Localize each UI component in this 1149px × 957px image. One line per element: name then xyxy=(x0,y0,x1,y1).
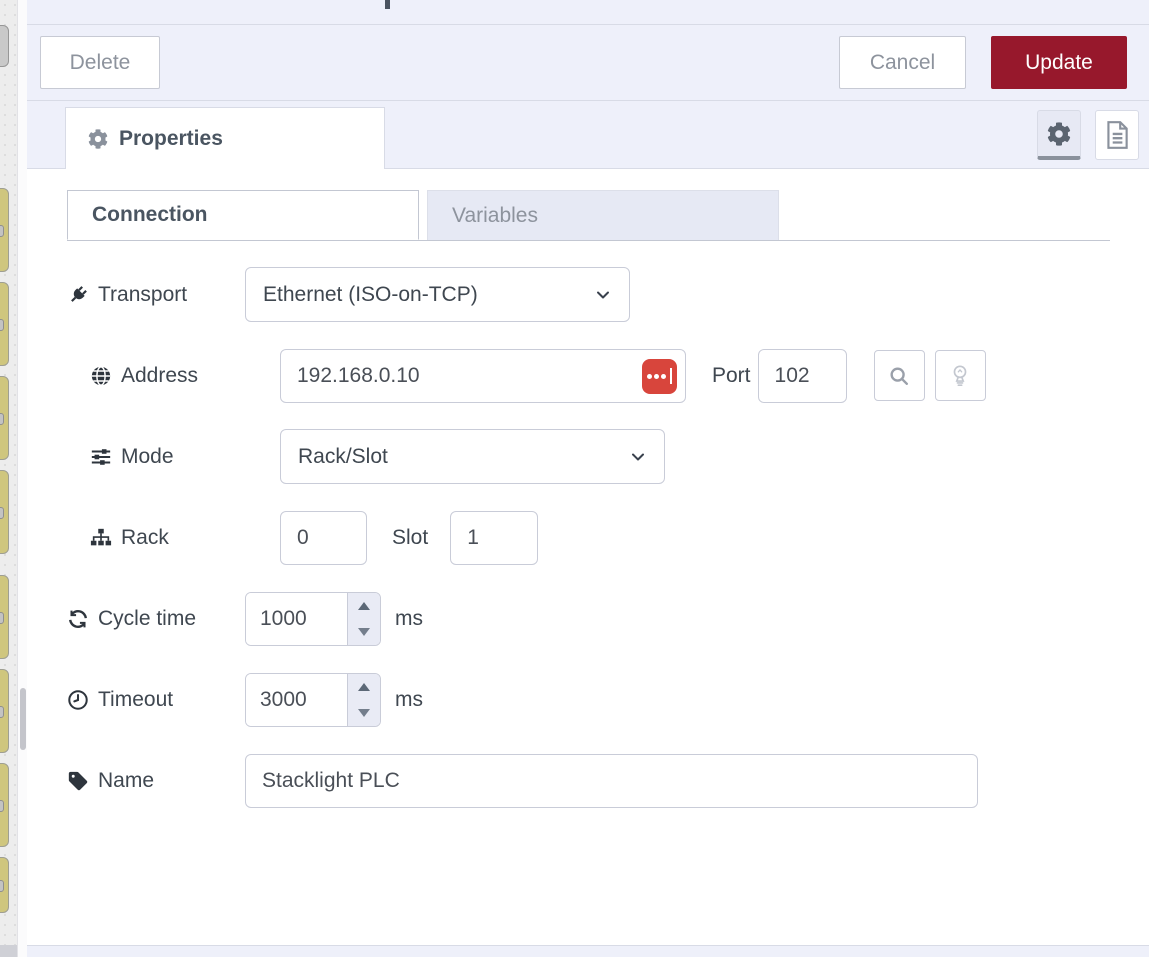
tab-properties[interactable]: Properties xyxy=(65,107,385,169)
dialog-subtabs: Connection Variables xyxy=(67,190,1110,241)
slot-input[interactable] xyxy=(450,511,538,565)
node-port[interactable] xyxy=(0,319,4,331)
tab-connection[interactable]: Connection xyxy=(67,190,419,240)
spinner-buttons xyxy=(347,674,380,726)
autofill-extension-icon[interactable] xyxy=(642,359,677,394)
workspace-footer xyxy=(0,945,17,957)
properties-tab-label: Properties xyxy=(119,127,223,151)
tray-tabbar: Properties xyxy=(27,101,1149,169)
spinner-up-button[interactable] xyxy=(348,593,380,619)
address-label: Address xyxy=(90,364,280,388)
tray-titlebar xyxy=(27,0,1149,25)
port-label: Port xyxy=(712,364,751,388)
scrollbar-thumb[interactable] xyxy=(20,688,26,750)
mode-select[interactable]: Rack/Slot xyxy=(280,429,665,484)
rack-input[interactable] xyxy=(280,511,367,565)
refresh-icon xyxy=(67,608,89,630)
properties-view-button[interactable] xyxy=(1037,110,1081,160)
search-devices-button[interactable] xyxy=(874,350,925,401)
cycle-time-input[interactable] xyxy=(246,593,347,645)
spinner-down-button[interactable] xyxy=(348,700,380,726)
flow-node[interactable] xyxy=(0,669,9,753)
delete-button[interactable]: Delete xyxy=(40,36,160,89)
tray-gutter xyxy=(17,0,27,957)
description-view-button[interactable] xyxy=(1095,110,1139,160)
timeout-row: Timeout ms xyxy=(67,672,1149,727)
hint-button[interactable] xyxy=(935,350,986,401)
update-button[interactable]: Update xyxy=(991,36,1127,89)
spinner-up-button[interactable] xyxy=(348,674,380,700)
flow-node[interactable] xyxy=(0,857,9,913)
cycle-time-row: Cycle time ms xyxy=(67,591,1149,646)
flow-node[interactable] xyxy=(0,25,9,67)
node-port[interactable] xyxy=(0,413,4,425)
name-input[interactable] xyxy=(245,754,978,808)
node-port[interactable] xyxy=(0,800,4,812)
screen: Delete Cancel Update Properties xyxy=(0,0,1149,957)
gear-icon xyxy=(1047,122,1071,146)
flow-node[interactable] xyxy=(0,282,9,366)
flow-node[interactable] xyxy=(0,376,9,460)
cycle-time-spinner xyxy=(245,592,381,646)
timeout-input[interactable] xyxy=(246,674,347,726)
name-label: Name xyxy=(67,769,245,793)
tray-footer xyxy=(27,945,1149,957)
sliders-icon xyxy=(90,446,112,468)
spinner-down-button[interactable] xyxy=(348,619,380,645)
globe-icon xyxy=(90,365,112,387)
slot-label: Slot xyxy=(392,526,428,550)
transport-row: Transport Ethernet (ISO-on-TCP) xyxy=(67,267,1149,322)
workspace-canvas[interactable] xyxy=(0,0,17,957)
transport-select[interactable]: Ethernet (ISO-on-TCP) xyxy=(245,267,630,322)
tray-body: Connection Variables Transport Ethernet … xyxy=(27,169,1149,945)
port-input[interactable] xyxy=(758,349,847,403)
rack-label: Rack xyxy=(90,526,280,550)
address-row: Address Port xyxy=(67,348,1149,403)
node-port[interactable] xyxy=(0,225,4,237)
mode-row: Mode Rack/Slot xyxy=(67,429,1149,484)
cycle-time-unit: ms xyxy=(395,607,423,631)
sitemap-icon xyxy=(90,527,112,549)
cancel-button[interactable]: Cancel xyxy=(839,36,966,89)
flow-node[interactable] xyxy=(0,575,9,659)
spinner-buttons xyxy=(347,593,380,645)
search-icon xyxy=(888,365,910,387)
tag-icon xyxy=(67,770,89,792)
address-input[interactable] xyxy=(280,349,686,403)
document-icon xyxy=(1104,120,1130,150)
plug-icon xyxy=(67,284,89,306)
node-port[interactable] xyxy=(0,612,4,624)
flow-node[interactable] xyxy=(0,470,9,554)
rack-slot-row: Rack Slot xyxy=(67,510,1149,565)
node-port[interactable] xyxy=(0,880,4,892)
clipped-title-fragment xyxy=(385,0,390,9)
clock-icon xyxy=(67,689,89,711)
node-port[interactable] xyxy=(0,706,4,718)
chevron-down-icon xyxy=(593,285,613,311)
cycle-time-label: Cycle time xyxy=(67,607,245,631)
connection-form: Transport Ethernet (ISO-on-TCP) xyxy=(67,267,1149,808)
chevron-down-icon xyxy=(628,447,648,473)
flow-node[interactable] xyxy=(0,188,9,272)
tray-toolbar: Delete Cancel Update xyxy=(27,25,1149,101)
transport-label: Transport xyxy=(67,283,245,307)
timeout-spinner xyxy=(245,673,381,727)
lightbulb-icon xyxy=(950,364,970,388)
node-port[interactable] xyxy=(0,507,4,519)
timeout-unit: ms xyxy=(395,688,423,712)
edit-tray: Delete Cancel Update Properties xyxy=(27,0,1149,957)
flow-node[interactable] xyxy=(0,763,9,847)
address-field-wrap xyxy=(280,349,686,403)
name-row: Name xyxy=(67,753,1149,808)
gear-icon xyxy=(88,129,108,149)
timeout-label: Timeout xyxy=(67,688,245,712)
mode-label: Mode xyxy=(90,445,280,469)
tab-variables[interactable]: Variables xyxy=(427,190,779,240)
